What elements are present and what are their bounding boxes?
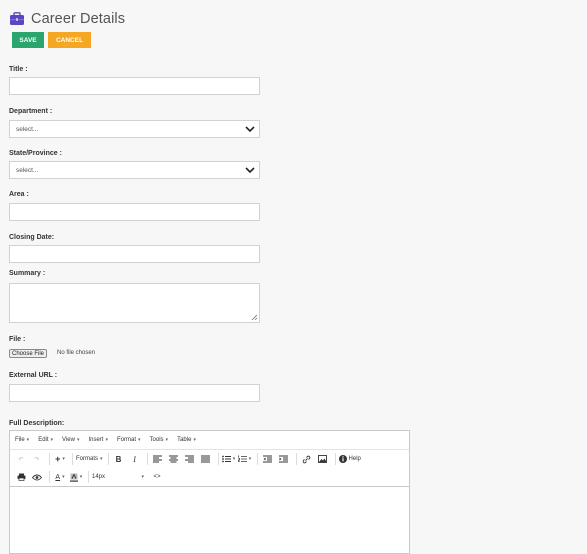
- external-url-input[interactable]: [9, 384, 260, 402]
- link-icon[interactable]: [300, 452, 314, 466]
- menu-tools[interactable]: Tools ▾: [150, 437, 169, 443]
- area-input[interactable]: [9, 203, 260, 221]
- text-color-icon[interactable]: A ▾: [53, 470, 67, 484]
- numbered-list-icon[interactable]: ▾: [237, 452, 252, 466]
- menu-file[interactable]: File ▾: [15, 437, 29, 443]
- closing-date-label: Closing Date:: [9, 234, 55, 241]
- department-select[interactable]: select...: [9, 120, 260, 138]
- align-left-icon[interactable]: [151, 452, 165, 466]
- save-button[interactable]: SAVE: [12, 32, 44, 48]
- formats-dropdown[interactable]: Formats ▾: [76, 452, 103, 466]
- preview-eye-icon[interactable]: [30, 470, 44, 484]
- chevron-down-icon: [245, 167, 255, 174]
- undo-icon[interactable]: ↶: [14, 452, 28, 466]
- area-label: Area :: [9, 191, 29, 198]
- menu-edit[interactable]: Edit ▾: [38, 437, 53, 443]
- print-icon[interactable]: [14, 470, 28, 484]
- file-label: File :: [9, 336, 26, 343]
- resize-grip-icon[interactable]: [251, 314, 258, 321]
- summary-label: Summary :: [9, 270, 46, 277]
- align-center-icon[interactable]: [167, 452, 181, 466]
- indent-icon[interactable]: [277, 452, 291, 466]
- outdent-icon[interactable]: [261, 452, 275, 466]
- menu-insert[interactable]: Insert ▾: [88, 437, 108, 443]
- state-label: State/Province :: [9, 150, 62, 157]
- source-code-icon[interactable]: <>: [150, 470, 164, 484]
- choose-file-button[interactable]: Choose File: [9, 349, 48, 358]
- background-color-icon[interactable]: ▾: [69, 470, 83, 484]
- italic-icon[interactable]: I: [128, 452, 142, 466]
- department-select-value: select...: [16, 125, 39, 133]
- state-select[interactable]: select...: [9, 161, 260, 179]
- editor-menubar: File ▾ Edit ▾ View ▾ Insert ▾ Format ▾ Tools ▾…: [10, 431, 409, 450]
- external-url-label: External URL :: [9, 372, 58, 379]
- menu-format[interactable]: Format ▾: [117, 437, 141, 443]
- chevron-down-icon: [245, 126, 255, 133]
- info-icon: [338, 455, 347, 463]
- font-size-dropdown[interactable]: 14px ▾: [92, 470, 144, 484]
- redo-icon[interactable]: ↷: [30, 452, 44, 466]
- title-label: Title :: [9, 66, 28, 73]
- file-status: No file chosen: [57, 350, 96, 356]
- align-justify-icon[interactable]: [199, 452, 213, 466]
- editor-toolbar: ↶ ↷ + ▾ Formats ▾ B I ▾ ▾ Help A ▾ ▾ 14p…: [10, 450, 409, 487]
- menu-table[interactable]: Table ▾: [177, 437, 196, 443]
- help-button[interactable]: Help: [338, 452, 361, 466]
- bold-icon[interactable]: B: [112, 452, 126, 466]
- closing-date-input[interactable]: [9, 245, 260, 263]
- page-header: Career Details: [9, 9, 125, 29]
- insert-plus-icon[interactable]: + ▾: [53, 452, 67, 466]
- state-select-value: select...: [16, 166, 39, 174]
- department-label: Department :: [9, 108, 53, 115]
- rich-text-editor: File ▾ Edit ▾ View ▾ Insert ▾ Format ▾ Tools ▾…: [9, 430, 410, 554]
- align-right-icon[interactable]: [183, 452, 197, 466]
- image-icon[interactable]: [316, 452, 330, 466]
- title-input[interactable]: [9, 77, 260, 95]
- cancel-button[interactable]: CANCEL: [48, 32, 91, 48]
- bullet-list-icon[interactable]: ▾: [221, 452, 236, 466]
- briefcase-icon: [10, 12, 24, 25]
- summary-textarea[interactable]: [9, 283, 260, 323]
- full-description-label: Full Description:: [9, 420, 65, 427]
- editor-content-area[interactable]: [10, 487, 409, 554]
- page-title: Career Details: [31, 11, 126, 27]
- menu-view[interactable]: View ▾: [62, 437, 79, 443]
